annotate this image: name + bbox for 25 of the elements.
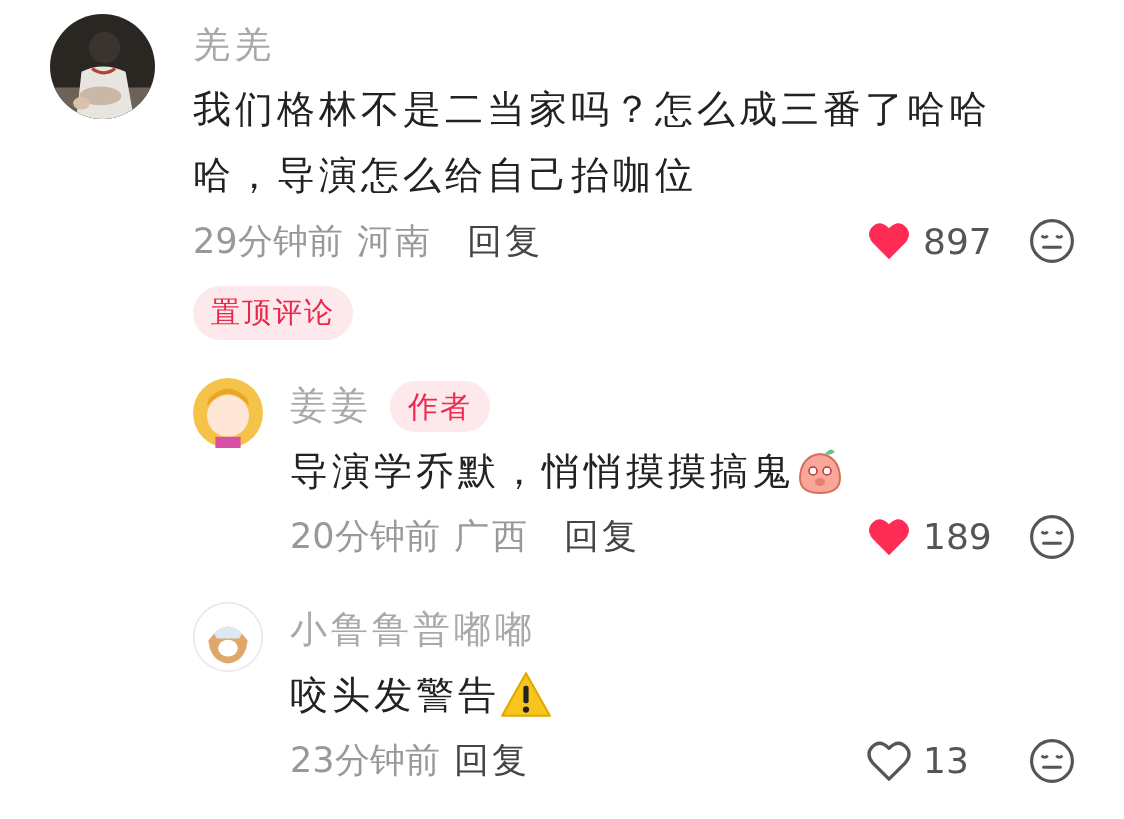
heart-icon[interactable] xyxy=(867,740,911,781)
like-count: 13 xyxy=(923,740,970,782)
like-count: 189 xyxy=(923,516,993,558)
comment-text: 我们格林不是二当家吗？怎么成三番了哈哈哈，导演怎么给自己抬咖位 xyxy=(193,86,992,199)
comment-text: 导演学乔默，悄悄摸摸搞鬼 xyxy=(290,447,794,495)
reply-button[interactable]: 回复 xyxy=(453,737,530,785)
avatar-icon xyxy=(193,377,263,448)
heart-icon[interactable] xyxy=(867,516,911,557)
dislike-face-icon[interactable] xyxy=(1029,513,1075,560)
warning-icon xyxy=(500,669,552,720)
reply-button[interactable]: 回复 xyxy=(466,217,543,265)
heart-icon[interactable] xyxy=(867,221,911,261)
comment-time: 20分钟前 xyxy=(290,515,440,559)
dislike-face-icon[interactable] xyxy=(1029,218,1075,264)
comment-location: 广西 xyxy=(453,515,530,559)
pinned-tag: 置顶评论 xyxy=(193,286,353,340)
dislike-face-icon[interactable] xyxy=(1029,737,1075,784)
reply-button[interactable]: 回复 xyxy=(563,513,640,561)
avatar-icon xyxy=(193,601,263,672)
comment-time: 29分钟前 xyxy=(193,219,343,263)
comment-time: 23分钟前 xyxy=(290,739,440,783)
author-badge: 作者 xyxy=(390,381,490,433)
comment-location: 河南 xyxy=(356,219,433,263)
like-count: 897 xyxy=(923,220,993,262)
comment-text: 咬头发警告 xyxy=(290,671,500,719)
